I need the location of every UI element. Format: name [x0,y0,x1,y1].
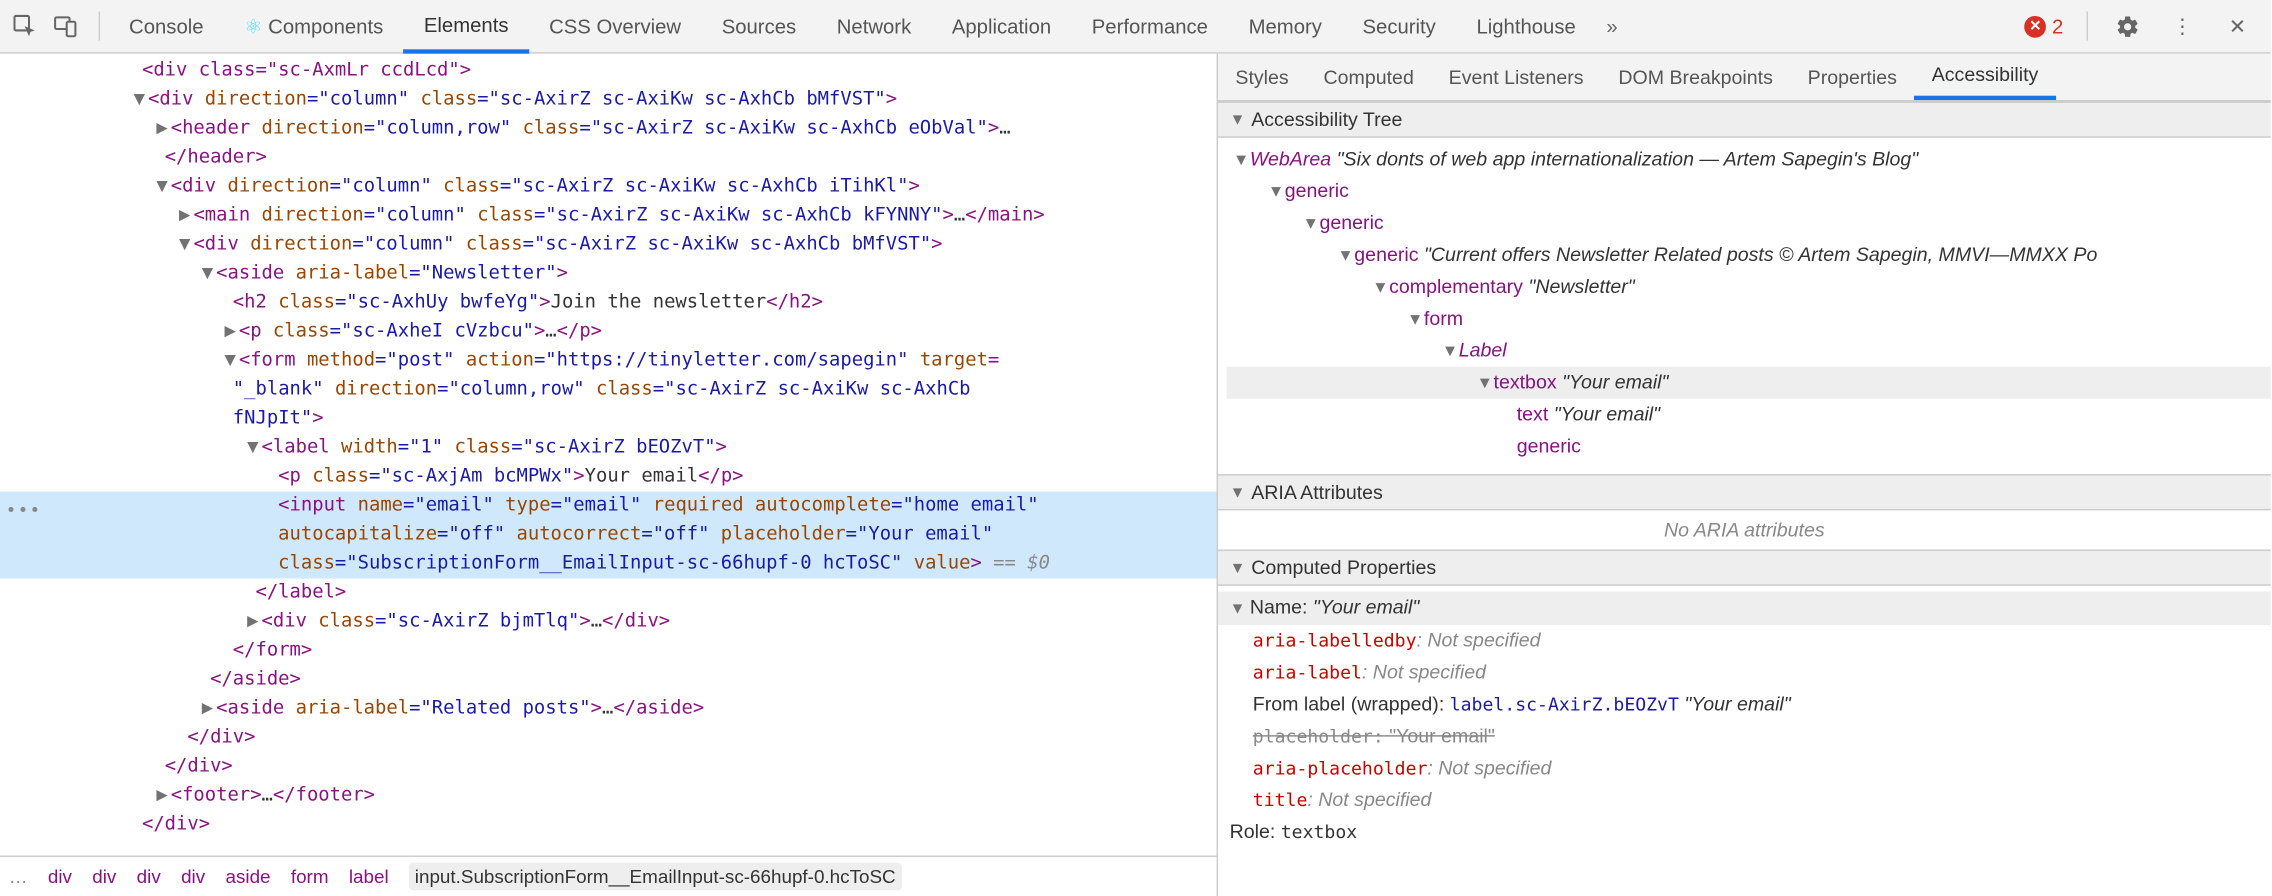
breadcrumb-item[interactable]: form [291,866,329,888]
line-menu-icon[interactable]: ••• [6,496,42,525]
dom-selected-node[interactable]: <input name="email" type="email" require… [0,492,1217,521]
error-icon: ✕ [2024,15,2046,37]
tab-memory[interactable]: Memory [1228,0,1342,53]
settings-icon[interactable] [2111,10,2143,42]
side-panel: Styles Computed Event Listeners DOM Brea… [1218,54,2271,896]
device-toggle-icon[interactable] [49,10,81,42]
kebab-menu-icon[interactable]: ⋮ [2166,10,2198,42]
tab-console[interactable]: Console [109,0,224,53]
tab-performance[interactable]: Performance [1071,0,1228,53]
tab-lighthouse[interactable]: Lighthouse [1456,0,1596,53]
breadcrumb-item[interactable]: div [48,866,72,888]
computed-properties: ▼ Name: "Your email" aria-labelledby: No… [1218,586,2271,860]
side-tab-event-listeners[interactable]: Event Listeners [1431,54,1601,100]
side-tab-accessibility[interactable]: Accessibility [1914,54,2055,100]
devtools-toolbar: Console ⚛Components Elements CSS Overvie… [0,0,2271,54]
breadcrumb-item[interactable]: aside [225,866,270,888]
breadcrumb-item[interactable]: div [137,866,161,888]
main-tabs: Console ⚛Components Elements CSS Overvie… [109,0,2025,53]
section-header-aria-attributes[interactable]: ▼ARIA Attributes [1218,474,2271,510]
no-aria-text: No ARIA attributes [1218,510,2271,549]
tab-security[interactable]: Security [1342,0,1456,53]
error-count: 2 [2052,15,2063,38]
side-tab-properties[interactable]: Properties [1790,54,1914,100]
dom-tree[interactable]: ••• <div class="sc-AxmLr ccdLcd"> ▼<div … [0,54,1217,856]
breadcrumb-item[interactable]: div [92,866,116,888]
accessibility-tree-selected[interactable]: ▾textbox "Your email" [1227,367,2271,399]
tab-css-overview[interactable]: CSS Overview [529,0,702,53]
breadcrumb: … div div div div aside form label input… [0,856,1217,896]
inspect-icon[interactable] [9,10,41,42]
breadcrumb-selected[interactable]: input.SubscriptionForm__EmailInput-sc-66… [409,863,902,891]
tab-sources[interactable]: Sources [701,0,816,53]
side-tab-computed[interactable]: Computed [1306,54,1431,100]
tab-elements[interactable]: Elements [404,0,529,53]
breadcrumb-overflow[interactable]: … [9,866,28,888]
tab-application[interactable]: Application [932,0,1072,53]
tab-network[interactable]: Network [816,0,931,53]
elements-panel: ••• <div class="sc-AxmLr ccdLcd"> ▼<div … [0,54,1218,896]
error-count-badge[interactable]: ✕ 2 [2024,15,2063,38]
breadcrumb-item[interactable]: label [349,866,389,888]
computed-name-row[interactable]: ▼ Name: "Your email" [1218,592,2271,625]
side-tab-dom-breakpoints[interactable]: DOM Breakpoints [1601,54,1790,100]
tab-components[interactable]: ⚛Components [224,0,404,53]
more-tabs-icon[interactable]: » [1596,10,1628,42]
section-header-computed-properties[interactable]: ▼Computed Properties [1218,550,2271,586]
side-tabs: Styles Computed Event Listeners DOM Brea… [1218,54,2271,102]
section-header-accessibility-tree[interactable]: ▼Accessibility Tree [1218,102,2271,138]
breadcrumb-item[interactable]: div [181,866,205,888]
side-tab-styles[interactable]: Styles [1218,54,1306,100]
close-icon[interactable]: ✕ [2221,10,2253,42]
accessibility-tree[interactable]: ▾WebArea "Six donts of web app internati… [1218,138,2271,474]
